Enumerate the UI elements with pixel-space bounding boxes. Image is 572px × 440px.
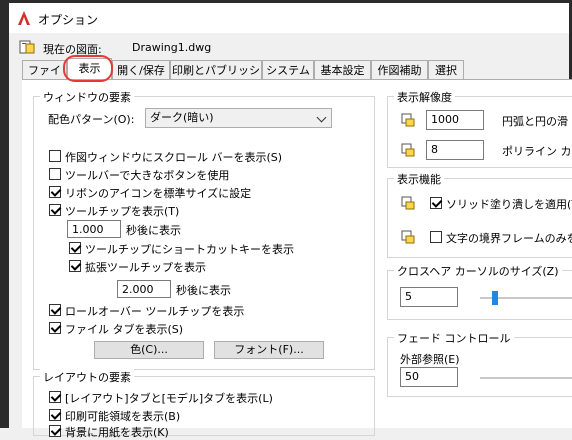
drawing-file-icon <box>19 40 35 54</box>
color-scheme-select[interactable]: ダーク(暗い) <box>145 108 332 128</box>
crosshair-size-title: クロスヘア カーソルのサイズ(Z) <box>394 263 562 279</box>
color-scheme-value: ダーク(暗い) <box>150 111 214 124</box>
file-tabs-checkbox[interactable] <box>49 322 61 334</box>
fade-control-title: フェード コントロール <box>394 330 514 346</box>
tab-system[interactable]: システム <box>262 60 314 79</box>
paper-background-label: 背景に用紙を表示(K) <box>65 426 169 439</box>
drawing-setting-icon <box>401 113 415 127</box>
layout-model-tabs-checkbox[interactable] <box>49 391 61 403</box>
window-frame-left <box>0 0 9 428</box>
tooltip-delay-label: 秒後に表示 <box>126 224 181 237</box>
text-frame-label: 文字の境界フレームのみを <box>446 232 572 245</box>
chevron-down-icon <box>316 112 327 123</box>
layout-elements-group: レイアウトの要素 [レイアウト]タブと[モデル]タブを表示(L) 印刷可能領域を… <box>33 369 375 439</box>
crosshair-size-slider-thumb[interactable] <box>492 291 498 305</box>
fade-control-group: フェード コントロール 外部参照(E) 50 <box>387 330 572 397</box>
extended-delay-input[interactable]: 2.000 <box>117 280 171 298</box>
text-frame-checkbox[interactable] <box>430 231 442 243</box>
file-tabs-label: ファイル タブを表示(S) <box>65 323 184 336</box>
window-elements-group: ウィンドウの要素 配色パターン(O): ダーク(暗い) 作図ウィンドウにスクロー… <box>33 89 375 370</box>
arc-smoothness-input[interactable]: 1000 <box>426 110 484 130</box>
printable-area-checkbox[interactable] <box>49 409 61 421</box>
display-performance-title: 表示機能 <box>394 171 444 187</box>
tooltip-delay-input[interactable]: 1.000 <box>67 220 121 238</box>
large-buttons-checkbox[interactable] <box>49 168 61 180</box>
polyline-segments-label: ポリライン カー <box>502 145 572 158</box>
large-buttons-label: ツールバーで大きなボタンを使用 <box>65 169 230 182</box>
display-performance-group: 表示機能 ソリッド塗り潰しを適用(Y) 文字の境界フレームのみを <box>387 171 572 258</box>
display-tab-highlight <box>63 55 113 82</box>
crosshair-size-input[interactable]: 5 <box>400 287 458 307</box>
tab-selection[interactable]: 選択 <box>428 60 464 79</box>
drawing-setting-icon <box>401 143 415 157</box>
xref-fade-input[interactable]: 50 <box>400 367 458 387</box>
tooltips-checkbox[interactable] <box>49 204 61 216</box>
drawing-setting-icon <box>401 196 415 210</box>
tab-drafting[interactable]: 作図補助 <box>371 60 428 79</box>
extended-tooltips-label: 拡張ツールチップを表示 <box>85 261 206 274</box>
xref-fade-slider-track <box>480 377 572 379</box>
scrollbars-label: 作図ウィンドウにスクロール バーを表示(S) <box>65 151 283 164</box>
shortcut-keys-label: ツールチップにショートカットキーを表示 <box>85 243 294 256</box>
color-scheme-label: 配色パターン(O): <box>48 113 135 126</box>
tab-user-preferences[interactable]: 基本設定 <box>314 60 371 79</box>
tooltips-label: ツールチップを表示(T) <box>65 205 180 218</box>
tab-files[interactable]: ファイル <box>22 60 67 96</box>
paper-background-checkbox[interactable] <box>49 425 61 437</box>
tab-plot-publish[interactable]: 印刷とパブリッシュ <box>170 60 262 96</box>
display-resolution-title: 表示解像度 <box>394 89 455 105</box>
rollover-tooltips-checkbox[interactable] <box>49 304 61 316</box>
shortcut-keys-checkbox[interactable] <box>69 242 81 254</box>
xref-fade-label: 外部参照(E) <box>400 353 460 366</box>
arc-smoothness-label: 円弧と円の滑 <box>502 115 568 128</box>
display-resolution-group: 表示解像度 1000 円弧と円の滑 8 ポリライン カー <box>387 89 572 168</box>
extended-tooltips-checkbox[interactable] <box>69 260 81 272</box>
drawing-setting-icon <box>401 230 415 244</box>
tab-panel-display: ウィンドウの要素 配色パターン(O): ダーク(暗い) 作図ウィンドウにスクロー… <box>22 80 572 439</box>
window-title: オプション <box>38 13 99 27</box>
rollover-tooltips-label: ロールオーバー ツールチップを表示 <box>65 305 245 318</box>
crosshair-size-group: クロスヘア カーソルのサイズ(Z) 5 <box>387 263 572 320</box>
solid-fill-label: ソリッド塗り潰しを適用(Y) <box>446 198 572 211</box>
tab-open-save[interactable]: 開く/保存 <box>112 60 170 79</box>
layout-elements-title: レイアウトの要素 <box>40 369 134 385</box>
scrollbars-checkbox[interactable] <box>49 150 61 162</box>
window-elements-title: ウィンドウの要素 <box>40 89 134 105</box>
printable-area-label: 印刷可能領域を表示(B) <box>65 410 181 423</box>
polyline-segments-input[interactable]: 8 <box>426 140 484 160</box>
fonts-button[interactable]: フォント(F)... <box>214 341 324 359</box>
colors-button[interactable]: 色(C)... <box>94 341 204 359</box>
layout-model-tabs-label: [レイアウト]タブと[モデル]タブを表示(L) <box>65 392 273 405</box>
ribbon-icons-label: リボンのアイコンを標準サイズに設定 <box>65 187 252 200</box>
current-drawing-file: Drawing1.dwg <box>132 41 212 54</box>
solid-fill-checkbox[interactable] <box>430 197 442 209</box>
ribbon-icons-checkbox[interactable] <box>49 186 61 198</box>
extended-delay-label: 秒後に表示 <box>176 284 231 297</box>
title-bar: オプション <box>9 3 569 33</box>
autocad-logo-icon <box>18 11 30 25</box>
